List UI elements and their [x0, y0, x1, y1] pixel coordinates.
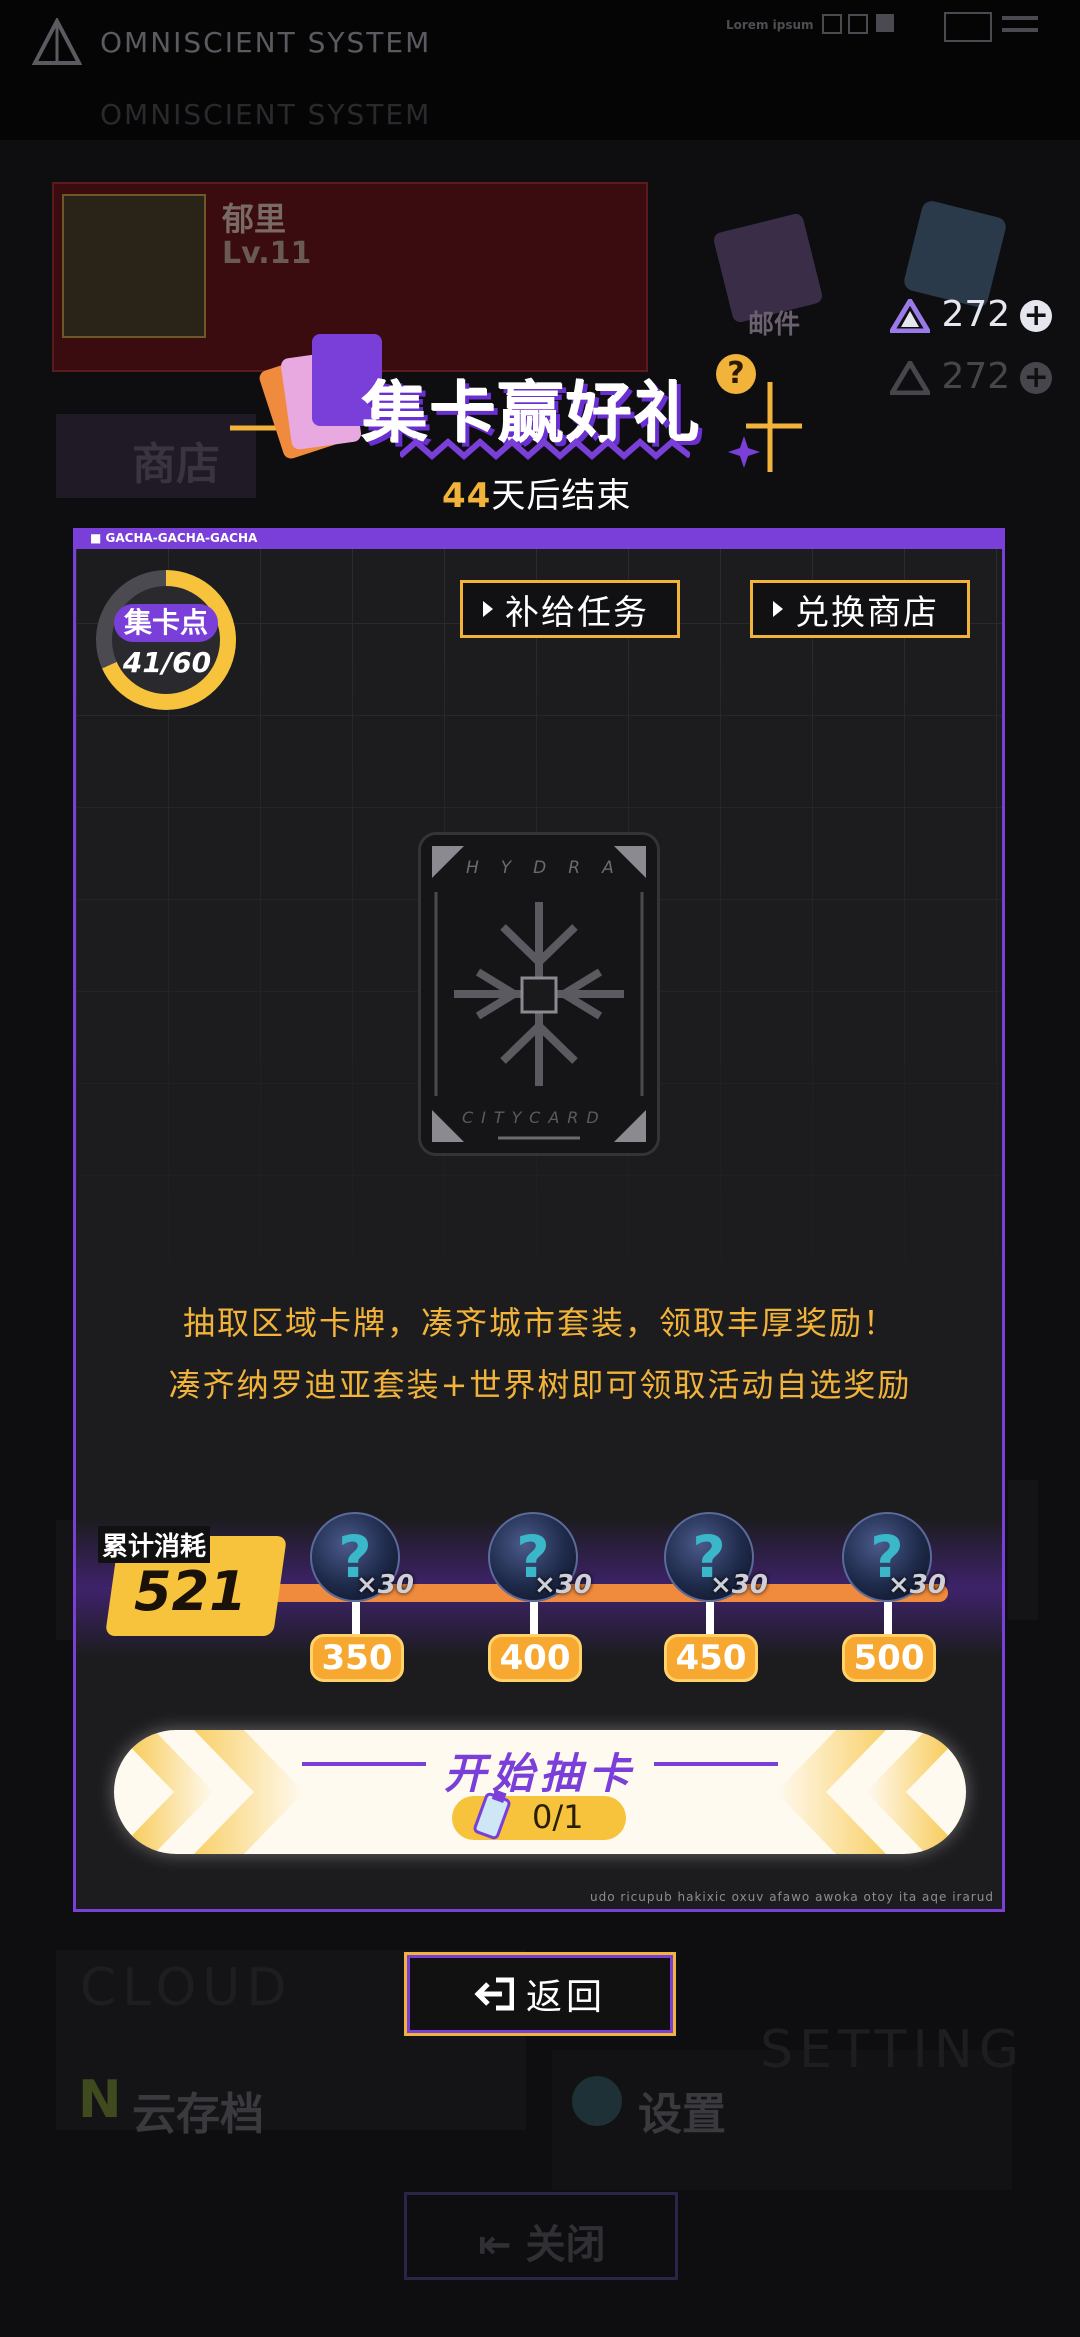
milestone-threshold: 400 [488, 1634, 582, 1682]
back-arrow-icon [474, 1977, 514, 2011]
card-top-text: HYDRA [466, 858, 636, 878]
close-label-text: 关闭 [525, 2222, 606, 2268]
profile-level: Lv.11 [222, 236, 312, 271]
countdown-days: 44 [442, 476, 492, 516]
hud-x-icon [848, 14, 868, 34]
system-title: OMNISCIENT SYSTEM [100, 26, 432, 59]
profile-name: 郁里 [222, 200, 287, 238]
points-label: 集卡点 [114, 604, 218, 642]
gacha-panel [73, 528, 1005, 1912]
cumulative-label: 累计消耗 [98, 1526, 211, 1563]
milestone-stem [530, 1602, 538, 1634]
gear-icon [572, 2076, 622, 2126]
currency-ghost: 272 + [890, 356, 1053, 397]
draw-ticket-icon [473, 1789, 511, 1840]
exchange-shop-label: 兑换商店 [795, 592, 939, 633]
milestone-qty: ×30 [710, 1570, 768, 1600]
cloud-watermark: CLOUD [80, 1958, 293, 2018]
milestone-threshold: 350 [310, 1634, 404, 1682]
milestone-qty: ×30 [356, 1570, 414, 1600]
countdown-suffix: 天后结束 [491, 476, 632, 516]
shop-label: 商店 [132, 439, 220, 490]
back-label: 返回 [525, 1977, 606, 2018]
zigzag-underline [400, 438, 690, 460]
currency-ghost-amount: 272 [941, 356, 1011, 397]
hud-lorem: Lorem ipsum [726, 18, 814, 32]
hud-bar-icon [1002, 28, 1038, 32]
sparkle-decoration-icon [728, 382, 802, 472]
milestone-qty: ×30 [888, 1570, 946, 1600]
hud-fill-icon [876, 14, 894, 32]
start-draw-label: 开始抽卡 [443, 1749, 636, 1798]
milestone-stem [884, 1602, 892, 1634]
plus-icon: + [1020, 362, 1053, 394]
panel-grid [76, 531, 1002, 1331]
system-logo-icon [32, 18, 82, 65]
cloud-save-label: 云存档 [132, 2089, 264, 2140]
event-countdown: 44天后结束 [442, 468, 631, 517]
hud-square-icon [822, 14, 842, 34]
points-value: 41/60 [122, 646, 212, 679]
currency-amount: 272 [941, 294, 1011, 335]
milestone-threshold: 450 [664, 1634, 758, 1682]
close-label: ⇤ 关闭 [478, 2222, 606, 2268]
play-triangle-icon [483, 601, 493, 617]
back-button[interactable]: 返回 [404, 1952, 676, 2036]
bg-side-block [1008, 1480, 1038, 1620]
add-currency-button[interactable]: + [1020, 300, 1053, 332]
cloud-n-icon: N [78, 2070, 122, 2130]
setting-watermark: SETTING [760, 2020, 1026, 2080]
currency-display: 272 + [890, 294, 1053, 335]
description-line-2: 凑齐纳罗迪亚套装+世界树即可领取活动自选奖励 [168, 1366, 912, 1404]
draw-count: 0/1 [532, 1798, 584, 1836]
panel-footnote: udo ricupub hakixic oxuv afawo awoka oto… [590, 1890, 994, 1904]
play-triangle-icon [773, 601, 783, 617]
milestone-qty: ×30 [534, 1570, 592, 1600]
settings-label: 设置 [638, 2089, 726, 2140]
exchange-shop-button[interactable]: 兑换商店 [750, 580, 970, 638]
supply-tasks-button[interactable]: 补给任务 [460, 580, 680, 638]
system-title-ghost: OMNISCIENT SYSTEM [100, 98, 432, 131]
avatar [62, 194, 206, 338]
milestone-stem [706, 1602, 714, 1634]
hud-panel-icon [944, 12, 992, 42]
supply-tasks-label: 补给任务 [505, 592, 649, 633]
crystal-currency-icon [890, 361, 930, 395]
panel-tag: ■ GACHA-GACHA-GACHA [90, 531, 258, 545]
card-bottom-text: CITYCARD [462, 1108, 607, 1127]
panel-tag-text: GACHA-GACHA-GACHA [105, 531, 258, 545]
milestone-threshold: 500 [842, 1634, 936, 1682]
crystal-currency-icon [890, 299, 930, 333]
hud-bar-icon [1002, 16, 1038, 20]
milestone-stem [352, 1602, 360, 1634]
announcement-icon[interactable] [902, 198, 1008, 310]
cumulative-value: 521 [134, 1560, 247, 1623]
description-line-1: 抽取区域卡牌，凑齐城市套装，领取丰厚奖励！ [182, 1304, 897, 1342]
mail-label: 邮件 [748, 310, 801, 340]
